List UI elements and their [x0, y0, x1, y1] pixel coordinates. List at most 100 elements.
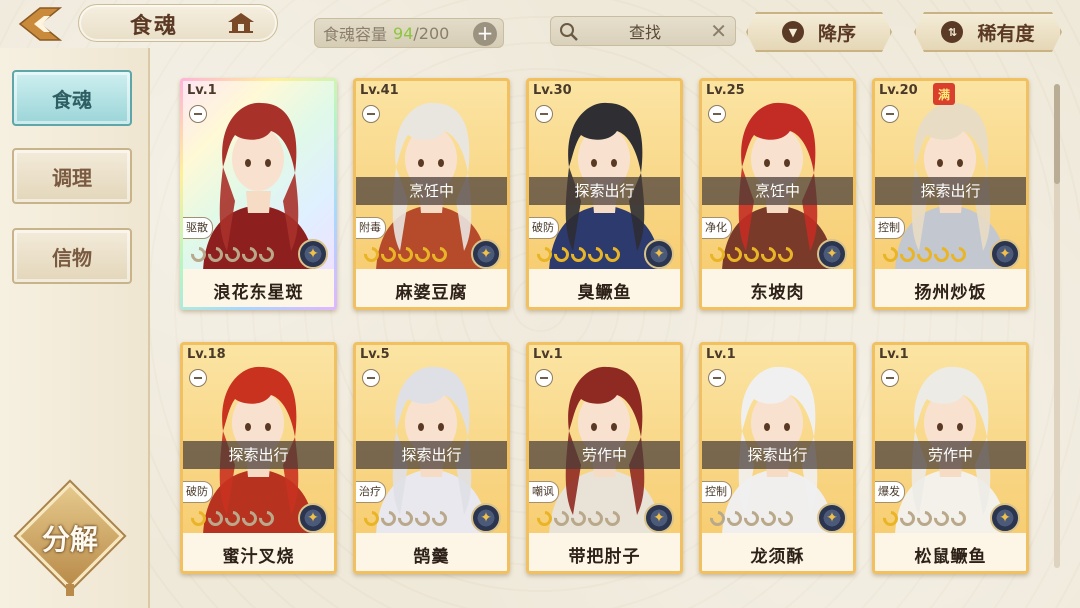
- capacity-label: 食魂容量: [323, 25, 388, 44]
- portrait-shape: [245, 423, 251, 431]
- star-empty-icon: [187, 243, 210, 266]
- star-empty-icon: [774, 507, 797, 530]
- card-status-banner: 劳作中: [529, 441, 680, 469]
- card-name: 龙须酥: [750, 547, 805, 567]
- card-level: Lv.1: [187, 83, 217, 98]
- sort-down-icon: ▼: [782, 21, 804, 43]
- card-name: 东坡肉: [750, 283, 805, 303]
- portrait-shape: [937, 423, 943, 431]
- card-level: Lv.25: [706, 83, 745, 98]
- star-empty-icon: [584, 507, 607, 530]
- food-soul-card[interactable]: Lv.1 探索出行 控制 ✦ 龙须酥: [699, 342, 856, 574]
- lock-toggle-icon[interactable]: [362, 369, 380, 387]
- lock-toggle-icon[interactable]: [881, 105, 899, 123]
- star-filled-icon: [723, 243, 746, 266]
- lock-toggle-icon[interactable]: [535, 369, 553, 387]
- search-box: ✕: [550, 16, 736, 46]
- food-soul-card[interactable]: Lv.18 探索出行 破防 ✦ 蜜汁叉烧: [180, 342, 337, 574]
- portrait-shape: [438, 423, 444, 431]
- max-badge: 满: [933, 83, 955, 105]
- lock-toggle-icon[interactable]: [708, 369, 726, 387]
- sidebar-item-tokens[interactable]: 信物: [12, 228, 132, 284]
- portrait-shape: [418, 159, 424, 167]
- food-soul-card[interactable]: Lv.25 烹饪中 净化 ✦ 东坡肉: [699, 78, 856, 310]
- portrait-shape: [611, 159, 617, 167]
- card-level: Lv.1: [879, 347, 909, 362]
- star-empty-icon: [896, 507, 919, 530]
- star-rating: [187, 507, 278, 530]
- skill-type-tag: 附毒: [356, 217, 386, 239]
- skill-type-tag: 治疗: [356, 481, 386, 503]
- lock-toggle-icon[interactable]: [535, 105, 553, 123]
- card-level: Lv.20: [879, 83, 918, 98]
- portrait-shape: [265, 423, 271, 431]
- star-filled-icon: [567, 243, 590, 266]
- element-icon: ✦: [298, 503, 328, 533]
- sort-order-button[interactable]: ▼ 降序: [746, 12, 892, 52]
- food-soul-grid: Lv.1 驱散 ✦ 浪花东星斑 Lv.41 烹饪中 附毒 ✦ 麻婆豆腐 Lv.30 探索出行 破防 ✦ 臭…: [180, 78, 1040, 578]
- home-icon[interactable]: [226, 10, 256, 36]
- star-empty-icon: [601, 507, 624, 530]
- food-soul-card[interactable]: Lv.20 满探索出行 控制 ✦ 扬州炒饭: [872, 78, 1029, 310]
- element-icon: ✦: [644, 503, 674, 533]
- lock-toggle-icon[interactable]: [189, 105, 207, 123]
- portrait-shape: [957, 423, 963, 431]
- rarity-filter-button[interactable]: ⇅ 稀有度: [914, 12, 1062, 52]
- star-filled-icon: [757, 243, 780, 266]
- element-icon: ✦: [644, 239, 674, 269]
- top-bar: 食魂 食魂容量 94 /200 + ✕ ▼ 降序 ⇅ 稀有度: [0, 0, 1080, 56]
- portrait-shape: [418, 423, 424, 431]
- sort-order-label: 降序: [817, 22, 856, 45]
- star-filled-icon: [879, 507, 902, 530]
- food-soul-card[interactable]: Lv.1 劳作中 爆发 ✦ 松鼠鳜鱼: [872, 342, 1029, 574]
- lock-toggle-icon[interactable]: [708, 105, 726, 123]
- sidebar: 食魂 调理 信物 分解: [0, 48, 150, 608]
- clear-search-icon[interactable]: ✕: [710, 19, 727, 43]
- star-empty-icon: [947, 507, 970, 530]
- back-button[interactable]: [12, 4, 68, 44]
- card-status-banner: 探索出行: [356, 441, 507, 469]
- food-soul-card[interactable]: Lv.41 烹饪中 附毒 ✦ 麻婆豆腐: [353, 78, 510, 310]
- back-arrow-icon: [18, 7, 63, 41]
- star-empty-icon: [255, 507, 278, 530]
- skill-type-tag: 驱散: [183, 217, 213, 239]
- card-level: Lv.18: [187, 347, 226, 362]
- star-rating: [879, 243, 970, 266]
- lock-toggle-icon[interactable]: [189, 369, 207, 387]
- star-empty-icon: [428, 507, 451, 530]
- sidebar-item-conditioning[interactable]: 调理: [12, 148, 132, 204]
- portrait-shape: [245, 159, 251, 167]
- card-status-banner: 探索出行: [183, 441, 334, 469]
- scrollbar[interactable]: [1054, 84, 1060, 568]
- lock-toggle-icon[interactable]: [362, 105, 380, 123]
- search-icon: [560, 23, 578, 41]
- star-empty-icon: [567, 507, 590, 530]
- skill-type-tag: 破防: [183, 481, 213, 503]
- star-filled-icon: [706, 243, 729, 266]
- food-soul-card[interactable]: Lv.30 探索出行 破防 ✦ 臭鳜鱼: [526, 78, 683, 310]
- scrollbar-thumb[interactable]: [1054, 84, 1060, 184]
- star-empty-icon: [740, 507, 763, 530]
- star-filled-icon: [428, 243, 451, 266]
- star-empty-icon: [550, 507, 573, 530]
- sidebar-item-label: 信物: [52, 245, 92, 270]
- card-name: 臭鳜鱼: [577, 283, 632, 303]
- expand-capacity-button[interactable]: +: [473, 22, 497, 46]
- decompose-button[interactable]: 分解: [16, 482, 124, 596]
- food-soul-card[interactable]: Lv.1 驱散 ✦ 浪花东星斑: [180, 78, 337, 310]
- food-soul-card[interactable]: Lv.5 探索出行 治疗 ✦ 鹄羹: [353, 342, 510, 574]
- card-level: Lv.1: [706, 347, 736, 362]
- element-icon: ✦: [471, 239, 501, 269]
- portrait-shape: [591, 423, 597, 431]
- food-soul-card[interactable]: Lv.1 劳作中 嘲讽 ✦ 带把肘子: [526, 342, 683, 574]
- card-status-banner: 探索出行: [702, 441, 853, 469]
- star-rating: [533, 243, 624, 266]
- skill-type-tag: 控制: [875, 217, 905, 239]
- sidebar-item-food-souls[interactable]: 食魂: [12, 70, 132, 126]
- lock-toggle-icon[interactable]: [881, 369, 899, 387]
- skill-type-tag: 净化: [702, 217, 732, 239]
- star-filled-icon: [740, 243, 763, 266]
- star-filled-icon: [360, 507, 383, 530]
- portrait-shape: [957, 159, 963, 167]
- search-input[interactable]: [585, 20, 705, 44]
